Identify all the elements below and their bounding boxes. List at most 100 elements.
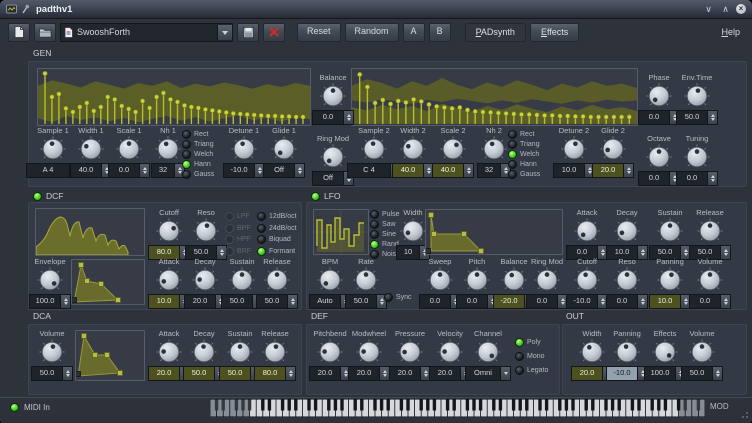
piano-key-black[interactable] — [538, 400, 541, 411]
piano-key-black[interactable] — [241, 400, 244, 411]
envtime-dial[interactable] — [684, 83, 710, 109]
dcf_env-spinner[interactable] — [60, 295, 70, 308]
piano-key-black[interactable] — [637, 400, 640, 411]
dcf_release-spinner[interactable] — [287, 295, 297, 308]
maximize-button[interactable]: ∧ — [719, 1, 732, 17]
out_effects-dial[interactable] — [652, 339, 678, 365]
preset-combo[interactable]: SwooshForth — [60, 23, 233, 42]
def_pressure-value[interactable]: 20.0 — [389, 366, 431, 381]
lfo_rate-dial[interactable] — [353, 267, 379, 293]
radio-biquad[interactable]: Biquad — [257, 235, 297, 244]
radio-legato[interactable]: Legato — [515, 366, 548, 375]
piano-key-black[interactable] — [472, 400, 475, 411]
out_volume-value[interactable]: 50.0 — [681, 366, 723, 381]
piano-key-black[interactable] — [380, 400, 383, 411]
lfo_release-dial[interactable] — [697, 218, 723, 244]
gen1-spectrum-display[interactable] — [37, 68, 311, 126]
nh2-dial[interactable] — [481, 136, 507, 162]
radio-welch[interactable]: Welch — [182, 150, 214, 159]
dcf_sustain-dial[interactable] — [229, 267, 255, 293]
piano-key-black[interactable] — [433, 400, 436, 411]
piano-key-black[interactable] — [420, 400, 423, 411]
piano-key-black[interactable] — [631, 400, 634, 411]
nh1-value[interactable]: 32 — [151, 163, 185, 178]
piano-key-black[interactable] — [400, 400, 403, 411]
dca_attack-dial[interactable] — [156, 339, 182, 365]
out_volume-spinner[interactable] — [712, 367, 722, 380]
lfo_ringmod-value[interactable]: 0.0 — [526, 294, 568, 309]
def_channel-dial[interactable] — [475, 339, 501, 365]
glide1-dial[interactable] — [271, 136, 297, 162]
width2-dial[interactable] — [400, 136, 426, 162]
radio-lpf[interactable]: LPF — [225, 212, 251, 221]
lfo_attack-dial[interactable] — [574, 218, 600, 244]
minimize-button[interactable]: ∨ — [702, 1, 715, 17]
delete-preset-button[interactable] — [263, 23, 285, 42]
dcf_env-dial[interactable] — [37, 267, 63, 293]
nh2-value[interactable]: 32 — [477, 163, 511, 178]
width2-value[interactable]: 40.0 — [392, 163, 434, 178]
lfo_reso-spinner[interactable] — [637, 295, 647, 308]
piano-key-black[interactable] — [519, 400, 522, 411]
lfo_cutoff-dial[interactable] — [574, 267, 600, 293]
tab-padsynth[interactable]: PADsynth — [465, 23, 526, 42]
piano-key-black[interactable] — [657, 400, 660, 411]
piano-key-black[interactable] — [611, 400, 614, 411]
dca_release-spinner[interactable] — [285, 367, 295, 380]
save-preset-button[interactable] — [237, 23, 259, 42]
scale2-value[interactable]: 40.0 — [432, 163, 474, 178]
detune1-dial[interactable] — [231, 136, 257, 162]
open-preset-button[interactable] — [34, 23, 56, 42]
piano-key-black[interactable] — [294, 400, 297, 411]
out_volume-dial[interactable] — [689, 339, 715, 365]
piano-key-black[interactable] — [268, 400, 271, 411]
piano-key-black[interactable] — [235, 400, 238, 411]
piano-key-black[interactable] — [697, 400, 700, 411]
phase-dial[interactable] — [646, 83, 672, 109]
lfo-sync-checkbox[interactable]: Sync — [384, 293, 412, 302]
piano-key-black[interactable] — [307, 400, 310, 411]
piano-key-black[interactable] — [571, 400, 574, 411]
lfo_ringmod-dial[interactable] — [534, 267, 560, 293]
radio-mono[interactable]: Mono — [515, 352, 548, 361]
lfo_pitch-dial[interactable] — [464, 267, 490, 293]
close-button[interactable]: × — [736, 4, 746, 14]
sample1-dial[interactable] — [40, 136, 66, 162]
radio-rect[interactable]: Rect — [508, 130, 540, 139]
piano-key-black[interactable] — [215, 400, 218, 411]
piano-keyboard[interactable] — [210, 399, 705, 422]
titlebar[interactable]: padthv1 ∨ ∧ × — [0, 0, 752, 19]
dca_volume-value[interactable]: 50.0 — [31, 366, 73, 381]
detune2-value[interactable]: 10.0 — [553, 163, 595, 178]
envtime-value[interactable]: 50.0 — [676, 110, 718, 125]
tab-effects[interactable]: Effects — [530, 23, 579, 42]
dca-envelope-display[interactable] — [75, 330, 145, 381]
radio-brf[interactable]: BRF — [225, 247, 251, 256]
piano-key-black[interactable] — [446, 400, 449, 411]
lfo_sustain-dial[interactable] — [657, 218, 683, 244]
dcf_decay-dial[interactable] — [192, 267, 218, 293]
piano-key-black[interactable] — [354, 400, 357, 411]
preset-dropdown-arrow[interactable] — [217, 25, 232, 40]
scale1-value[interactable]: 0.0 — [108, 163, 150, 178]
piano-key-black[interactable] — [585, 400, 588, 411]
lfo_rate-value[interactable]: 50.0 — [345, 294, 387, 309]
piano-key-black[interactable] — [281, 400, 284, 411]
def_pressure-dial[interactable] — [397, 339, 423, 365]
lfo-wave-display[interactable] — [313, 209, 369, 255]
piano-key-black[interactable] — [327, 400, 330, 411]
piano-key-black[interactable] — [664, 400, 667, 411]
envtime-spinner[interactable] — [707, 111, 717, 124]
width1-dial[interactable] — [78, 136, 104, 162]
ringmod1-dial[interactable] — [320, 144, 346, 170]
radio-hann[interactable]: Hann — [508, 160, 540, 169]
piano-key-black[interactable] — [651, 400, 654, 411]
lfo_reso-value[interactable]: 0.0 — [606, 294, 648, 309]
scale1-dial[interactable] — [116, 136, 142, 162]
radio-12db-oct[interactable]: 12dB/oct — [257, 212, 297, 221]
piano-key-black[interactable] — [387, 400, 390, 411]
tuning-spinner[interactable] — [707, 172, 717, 185]
dca_volume-dial[interactable] — [39, 339, 65, 365]
lfo_width-dial[interactable] — [400, 218, 426, 244]
radio-rect[interactable]: Rect — [182, 130, 214, 139]
